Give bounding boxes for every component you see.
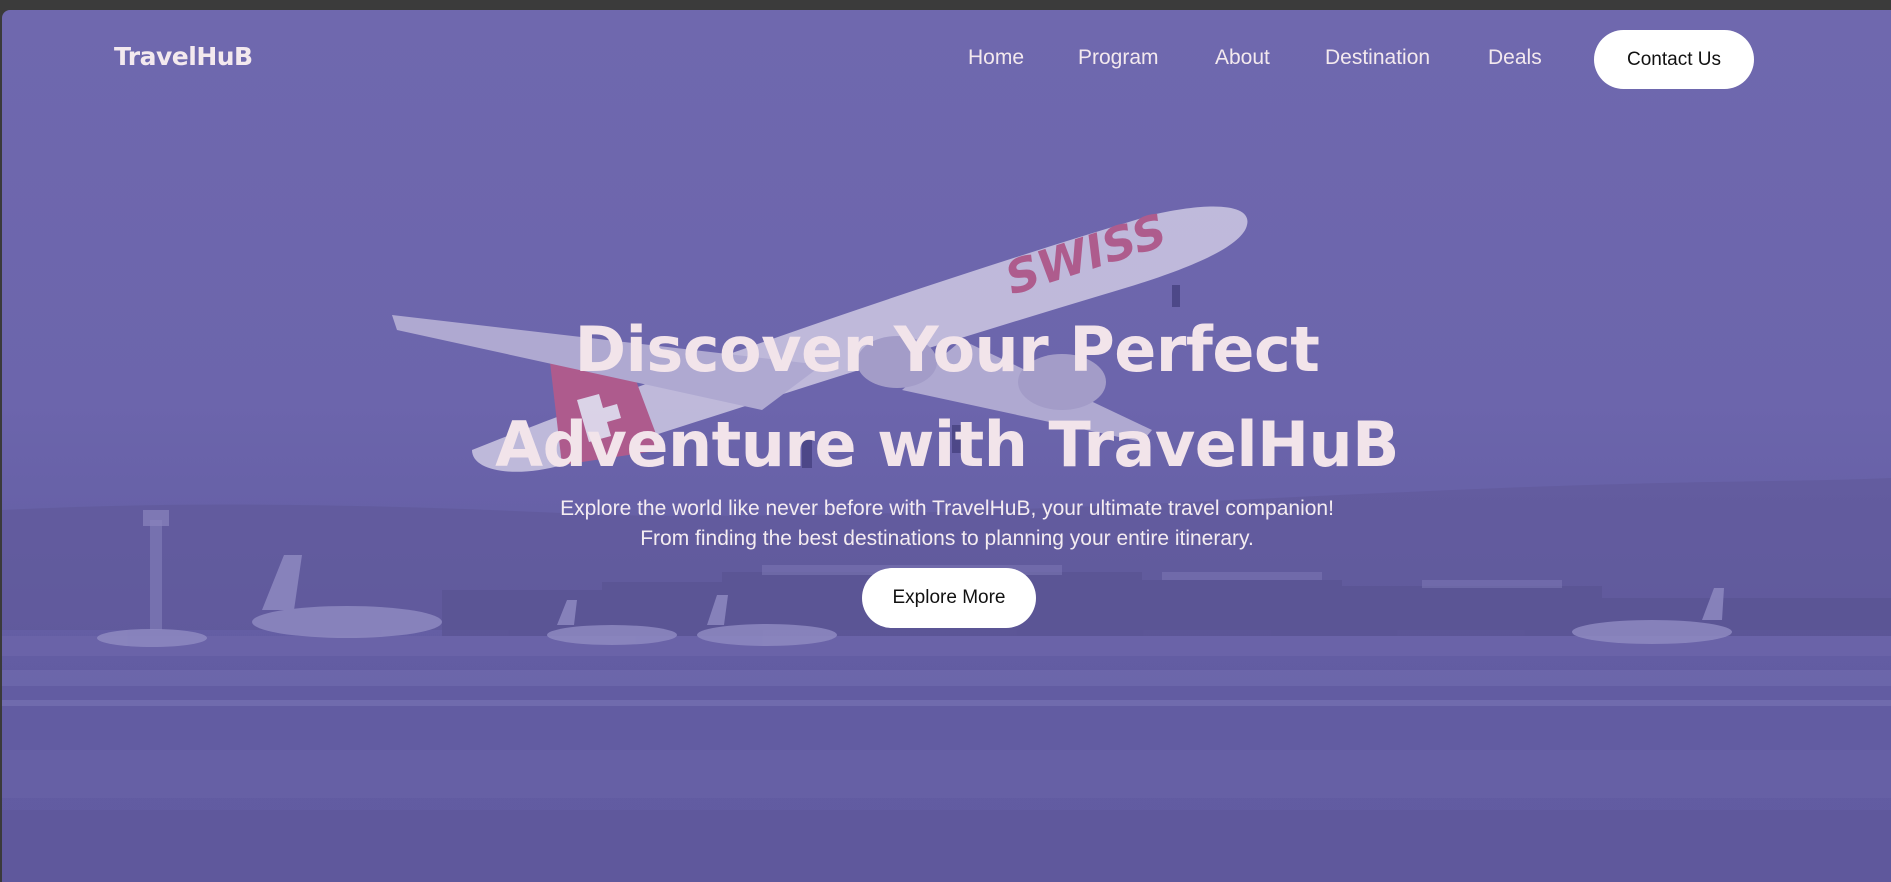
nav-link-home[interactable]: Home [968,46,1024,70]
brand-logo[interactable]: TravelHuB [114,42,253,71]
nav-link-about[interactable]: About [1215,46,1270,70]
hero-subtext-line-1: Explore the world like never before with… [560,497,1334,520]
hero-headline: Discover Your Perfect Adventure with Tra… [342,302,1552,492]
hero-section: SWISS TravelHuB Home Program About Desti… [2,10,1891,882]
explore-more-button[interactable]: Explore More [862,568,1036,628]
nav-link-program[interactable]: Program [1078,46,1159,70]
window-top-bar [0,0,1891,10]
nav-link-destination[interactable]: Destination [1325,46,1430,70]
hero-headline-line-1: Discover Your Perfect [574,313,1320,386]
contact-us-button[interactable]: Contact Us [1594,30,1754,89]
hero-subtext: Explore the world like never before with… [342,494,1552,554]
nav-link-deals[interactable]: Deals [1488,46,1542,70]
hero-subtext-line-2: From finding the best destinations to pl… [640,527,1254,550]
hero-headline-line-2: Adventure with TravelHuB [495,408,1399,481]
